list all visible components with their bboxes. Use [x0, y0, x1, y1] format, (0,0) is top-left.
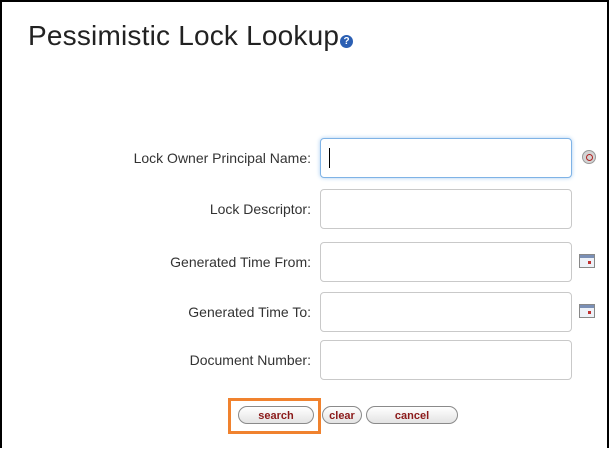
form-row-generated-time-to: Generated Time To: [2, 292, 611, 332]
text-caret [329, 148, 330, 168]
page-frame: Pessimistic Lock Lookup? Lock Owner Prin… [0, 0, 609, 448]
search-button-highlight [228, 398, 321, 434]
generated-time-to-label: Generated Time To: [188, 304, 311, 320]
form-row-lock-owner: Lock Owner Principal Name: [2, 138, 611, 178]
lock-owner-principal-name-input[interactable] [320, 138, 572, 178]
lock-descriptor-label: Lock Descriptor: [209, 201, 311, 217]
form-row-generated-time-from: Generated Time From: [2, 242, 611, 282]
help-icon[interactable]: ? [340, 35, 354, 48]
form-row-document-number: Document Number: [2, 340, 611, 380]
lock-descriptor-input[interactable] [320, 189, 572, 229]
cancel-button[interactable]: cancel [366, 406, 458, 424]
page-title-text: Pessimistic Lock Lookup [28, 20, 340, 51]
page-title: Pessimistic Lock Lookup? [28, 20, 354, 52]
lookup-icon[interactable] [582, 150, 596, 164]
clear-button[interactable]: clear [322, 406, 362, 424]
calendar-icon[interactable] [579, 254, 595, 268]
document-number-label: Document Number: [189, 352, 311, 368]
calendar-icon[interactable] [579, 304, 595, 318]
generated-time-to-input[interactable] [320, 292, 572, 332]
generated-time-from-label: Generated Time From: [170, 254, 311, 270]
lock-owner-label: Lock Owner Principal Name: [133, 150, 311, 166]
form-row-lock-descriptor: Lock Descriptor: [2, 189, 611, 229]
generated-time-from-input[interactable] [320, 242, 572, 282]
document-number-input[interactable] [320, 340, 572, 380]
